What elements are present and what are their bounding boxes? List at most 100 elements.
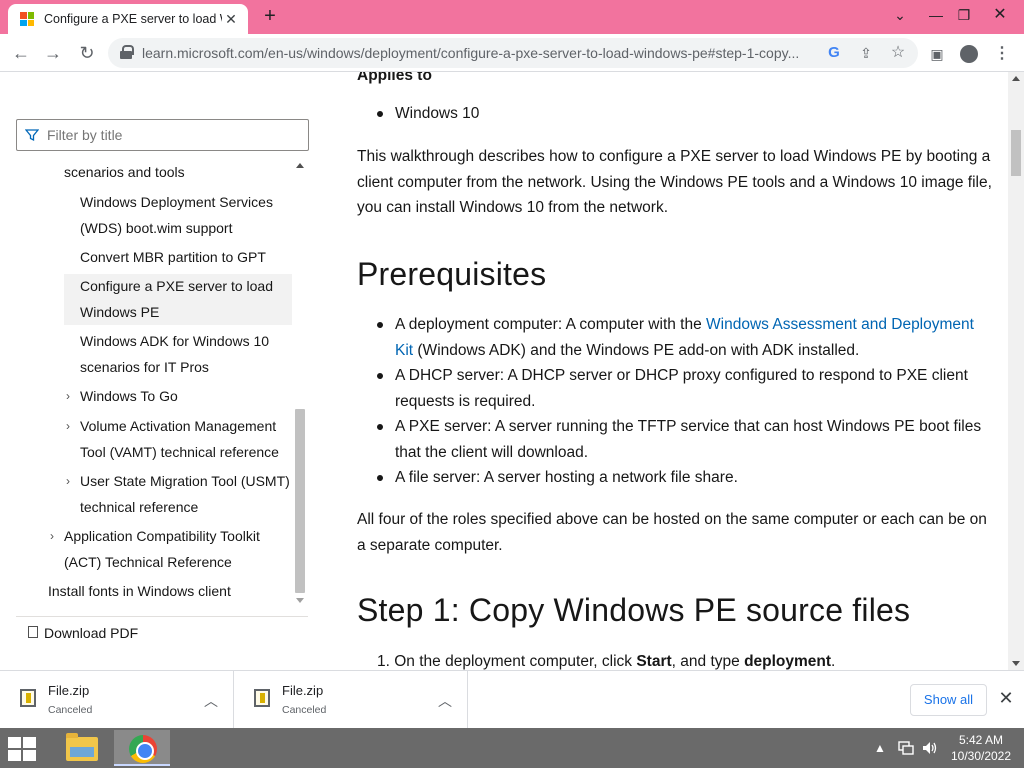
zip-file-icon [20,689,36,707]
step-number: 1. [377,653,390,670]
chevron-up-icon[interactable]: ︿ [438,691,452,711]
toc-item-adk[interactable]: Windows ADK for Windows 10 scenarios for… [80,329,280,380]
download-status: Canceled [282,704,327,716]
chrome-taskbar-button[interactable] [114,730,170,766]
tab-search-icon[interactable]: ⌄ [884,0,916,34]
url-text[interactable]: learn.microsoft.com/en-us/windows/deploy… [142,38,812,68]
system-clock[interactable]: 5:42 AM 10/30/2022 [946,732,1016,764]
download-item[interactable]: File.zip Canceled ︿ [234,671,468,729]
download-shelf: File.zip Canceled ︿ File.zip Canceled ︿ … [0,670,1024,729]
microsoft-logo-icon [20,12,34,26]
reload-button[interactable]: ↻ [72,38,102,68]
google-translate-icon[interactable]: G [824,43,844,63]
intro-paragraph: This walkthrough describes how to config… [357,148,992,216]
toc-item-vamt[interactable]: Volume Activation Management Tool (VAMT)… [80,414,290,465]
toc-item-act[interactable]: Application Compatibility Toolkit (ACT) … [64,524,276,575]
bullet-icon [377,373,383,379]
browser-tab-strip: Configure a PXE server to load W ✕ + ⌄ —… [0,0,1024,34]
back-button[interactable]: ← [6,38,36,68]
roles-paragraph: All four of the roles specified above ca… [357,511,987,554]
download-status: Canceled [48,704,93,716]
windows-start-icon[interactable] [8,737,36,761]
share-icon[interactable]: ⇪ [856,43,876,63]
new-tab-button[interactable]: + [258,6,282,28]
lock-icon[interactable] [120,45,134,59]
show-all-button[interactable]: Show all [910,684,987,716]
prerequisites-heading: Prerequisites [357,256,547,292]
browser-toolbar: ← → ↻ learn.microsoft.com/en-us/windows/… [0,34,1024,72]
table-of-contents: scenarios and tools Windows Deployment S… [0,159,292,607]
toc-scroll-thumb[interactable] [295,409,305,593]
step1-heading: Step 1: Copy Windows PE source files [357,592,911,628]
page-scroll-thumb[interactable] [1011,130,1021,176]
forward-button[interactable]: → [38,38,68,68]
chevron-right-icon[interactable]: › [66,414,70,439]
scroll-up-arrow-icon[interactable] [1012,76,1020,81]
bullet-icon [377,475,383,481]
download-item[interactable]: File.zip Canceled ︿ [0,671,234,729]
toc-item-mbr[interactable]: Convert MBR partition to GPT [80,245,280,271]
deployment-keyword: deployment [744,653,832,670]
toc-item-windows-to-go[interactable]: Windows To Go [80,384,280,410]
bullet-icon [377,322,383,328]
page-content: scenarios and tools Windows Deployment S… [0,72,1024,670]
browser-tab[interactable]: Configure a PXE server to load W ✕ [8,4,248,34]
clock-date: 10/30/2022 [950,749,1012,763]
download-filename: File.zip [48,683,90,698]
bullet-icon [377,424,383,430]
profile-avatar-icon[interactable] [957,42,981,66]
step-text: On the deployment computer, click [394,653,637,670]
scroll-down-arrow-icon[interactable] [1012,661,1020,666]
filter-box[interactable] [16,119,309,151]
volume-icon[interactable] [920,728,940,768]
chevron-right-icon[interactable]: › [66,384,70,409]
toc-scrollbar[interactable] [293,159,307,607]
prereq-item-file-server: A file server: A server hosting a networ… [395,469,738,486]
chevron-right-icon[interactable]: › [66,469,70,494]
prereq-item-deployment: A deployment computer: A computer with t… [395,312,993,363]
toc-item-pxe-active[interactable]: Configure a PXE server to load Windows P… [64,274,292,325]
screen: Configure a PXE server to load W ✕ + ⌄ —… [0,0,1024,768]
address-bar[interactable]: learn.microsoft.com/en-us/windows/deploy… [108,38,918,68]
start-keyword: Start [636,653,672,670]
applies-to-heading: Applies to [357,72,432,84]
tab-title: Configure a PXE server to load W [44,12,222,26]
bookmark-star-icon[interactable]: ☆ [888,43,908,63]
filter-icon [25,129,39,142]
chevron-right-icon[interactable]: › [50,524,54,549]
windows-taskbar: ▲ 5:42 AM 10/30/2022 [0,728,1024,768]
chrome-icon [129,735,157,763]
restore-button[interactable]: ❐ [948,0,980,34]
prereq-item-text: A deployment computer: A computer with t… [395,316,707,333]
toc-item-scenarios[interactable]: scenarios and tools [64,160,286,186]
folder-icon [66,733,98,761]
clock-time: 5:42 AM [958,733,1004,747]
browser-menu-icon[interactable]: ⋮ [990,42,1014,66]
download-pdf-link[interactable]: Download PDF [16,616,308,648]
zip-file-icon [254,689,270,707]
toc-item-usmt[interactable]: User State Migration Tool (USMT) technic… [80,469,292,520]
toc-item-wds[interactable]: Windows Deployment Services (WDS) boot.w… [80,190,280,241]
close-icon[interactable]: ✕ [996,688,1016,708]
prereq-item-pxe: A PXE server: A server running the TFTP … [395,418,982,461]
step-text: . [831,653,836,670]
scroll-down-arrow-icon[interactable] [296,598,304,603]
tab-close-icon[interactable]: ✕ [222,10,240,28]
step-text: , and type [671,653,745,670]
page-scrollbar[interactable] [1008,72,1024,670]
download-filename: File.zip [282,683,324,698]
toc-item-install-fonts[interactable]: Install fonts in Windows client [48,579,288,605]
show-hidden-icons-icon[interactable]: ▲ [872,728,888,768]
prereq-item-text: (Windows ADK) and the Windows PE add-on … [413,341,860,359]
download-pdf-label: Download PDF [44,625,139,641]
document-icon [28,626,38,638]
filter-input[interactable] [47,120,297,150]
side-panel-icon[interactable]: ▣ [925,42,949,66]
scroll-up-arrow-icon[interactable] [296,163,304,168]
network-icon[interactable] [896,728,916,768]
file-explorer-taskbar-button[interactable] [56,730,112,766]
close-window-button[interactable]: ✕ [984,0,1016,34]
bullet-icon [377,111,383,117]
chevron-up-icon[interactable]: ︿ [204,691,218,711]
prereq-item-dhcp: A DHCP server: A DHCP server or DHCP pro… [395,367,968,410]
